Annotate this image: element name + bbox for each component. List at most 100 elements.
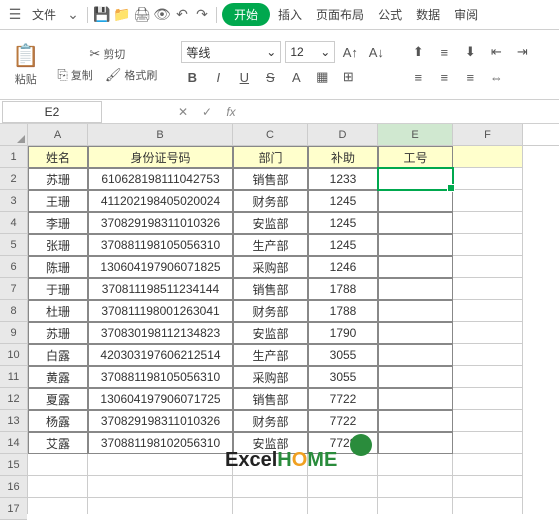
cut-button[interactable]: ✂剪切: [85, 45, 129, 63]
cell[interactable]: 370881198102056310: [88, 432, 233, 454]
row-header[interactable]: 2: [0, 168, 27, 190]
cell[interactable]: 杨露: [28, 410, 88, 432]
row-header[interactable]: 10: [0, 344, 27, 366]
row-header[interactable]: 8: [0, 300, 27, 322]
fill-color-button[interactable]: ▦: [311, 66, 333, 88]
cell[interactable]: 7722: [308, 410, 378, 432]
redo-icon[interactable]: ↷: [193, 6, 211, 24]
cell[interactable]: 陈珊: [28, 256, 88, 278]
align-center-button[interactable]: ≡: [433, 66, 455, 88]
cell[interactable]: 销售部: [233, 278, 308, 300]
tab-layout[interactable]: 页面布局: [310, 3, 370, 26]
cell[interactable]: 身份证号码: [88, 146, 233, 168]
cell[interactable]: 销售部: [233, 168, 308, 190]
cell[interactable]: 370881198105056310: [88, 366, 233, 388]
cell[interactable]: [378, 212, 453, 234]
align-right-button[interactable]: ≡: [459, 66, 481, 88]
save-icon[interactable]: 💾: [93, 6, 111, 24]
row-header[interactable]: 12: [0, 388, 27, 410]
cell[interactable]: 610628198111042753: [88, 168, 233, 190]
name-box[interactable]: E2: [2, 101, 102, 123]
col-header[interactable]: E: [378, 124, 453, 145]
font-size-select[interactable]: 12⌄: [285, 41, 335, 63]
cell[interactable]: 130604197906071825: [88, 256, 233, 278]
cell[interactable]: [453, 344, 523, 366]
format-painter-button[interactable]: 🖌格式刷: [101, 66, 162, 84]
cell[interactable]: 1245: [308, 212, 378, 234]
cell[interactable]: [453, 454, 523, 476]
cell[interactable]: [378, 410, 453, 432]
cell[interactable]: 于珊: [28, 278, 88, 300]
cell[interactable]: [28, 454, 88, 476]
row-header[interactable]: 15: [0, 454, 27, 476]
cell[interactable]: 黄露: [28, 366, 88, 388]
check-icon[interactable]: ✓: [196, 101, 218, 123]
underline-button[interactable]: U: [233, 66, 255, 88]
col-header[interactable]: A: [28, 124, 88, 145]
cell[interactable]: 7722: [308, 388, 378, 410]
col-header[interactable]: B: [88, 124, 233, 145]
cell[interactable]: [308, 454, 378, 476]
cell[interactable]: [308, 476, 378, 498]
cell[interactable]: [233, 498, 308, 514]
cell[interactable]: 1233: [308, 168, 378, 190]
cell[interactable]: 李珊: [28, 212, 88, 234]
cell[interactable]: 生产部: [233, 344, 308, 366]
tab-formula[interactable]: 公式: [372, 3, 408, 26]
cell[interactable]: [378, 388, 453, 410]
cell[interactable]: 1788: [308, 278, 378, 300]
row-header[interactable]: 11: [0, 366, 27, 388]
cell[interactable]: 安监部: [233, 322, 308, 344]
indent-right-button[interactable]: ⇥: [511, 41, 533, 63]
cell[interactable]: 安监部: [233, 212, 308, 234]
decrease-font-button[interactable]: A↓: [365, 41, 387, 63]
cell[interactable]: [453, 410, 523, 432]
cell[interactable]: 部门: [233, 146, 308, 168]
paste-button[interactable]: 📋 粘贴: [8, 41, 43, 89]
strikethrough-button[interactable]: S: [259, 66, 281, 88]
cell[interactable]: 苏珊: [28, 322, 88, 344]
cell[interactable]: 1245: [308, 190, 378, 212]
row-header[interactable]: 13: [0, 410, 27, 432]
cell[interactable]: 财务部: [233, 410, 308, 432]
font-name-select[interactable]: 等线⌄: [181, 41, 281, 63]
row-header[interactable]: 6: [0, 256, 27, 278]
cell[interactable]: [453, 498, 523, 514]
cell[interactable]: 1246: [308, 256, 378, 278]
cell[interactable]: 苏珊: [28, 168, 88, 190]
cell[interactable]: [378, 366, 453, 388]
cell[interactable]: [378, 344, 453, 366]
cell[interactable]: [378, 322, 453, 344]
cell[interactable]: [453, 234, 523, 256]
preview-icon[interactable]: 👁: [153, 6, 171, 24]
cell[interactable]: [453, 190, 523, 212]
cell[interactable]: [453, 278, 523, 300]
cell[interactable]: 411202198405020024: [88, 190, 233, 212]
cell[interactable]: [453, 256, 523, 278]
cell[interactable]: 财务部: [233, 190, 308, 212]
cell[interactable]: [453, 322, 523, 344]
cell[interactable]: [378, 300, 453, 322]
increase-font-button[interactable]: A↑: [339, 41, 361, 63]
chevron-down-icon[interactable]: ⌄: [64, 6, 82, 24]
bold-button[interactable]: B: [181, 66, 203, 88]
cell[interactable]: 3055: [308, 344, 378, 366]
file-menu[interactable]: 文件: [26, 3, 62, 26]
merge-button[interactable]: ⇔: [485, 66, 507, 88]
font-color-button[interactable]: A: [285, 66, 307, 88]
cell[interactable]: 1245: [308, 234, 378, 256]
cell[interactable]: [378, 168, 453, 190]
cell[interactable]: [453, 366, 523, 388]
cell[interactable]: [28, 476, 88, 498]
cell[interactable]: [378, 432, 453, 454]
cell[interactable]: [378, 190, 453, 212]
tab-start[interactable]: 开始: [222, 3, 270, 26]
menu-icon[interactable]: ☰: [6, 6, 24, 24]
cell[interactable]: 370881198105056310: [88, 234, 233, 256]
row-header[interactable]: 5: [0, 234, 27, 256]
cell[interactable]: [453, 476, 523, 498]
cell[interactable]: 采购部: [233, 256, 308, 278]
cell[interactable]: 370829198311010326: [88, 212, 233, 234]
cell[interactable]: 安监部: [233, 432, 308, 454]
indent-left-button[interactable]: ⇤: [485, 41, 507, 63]
